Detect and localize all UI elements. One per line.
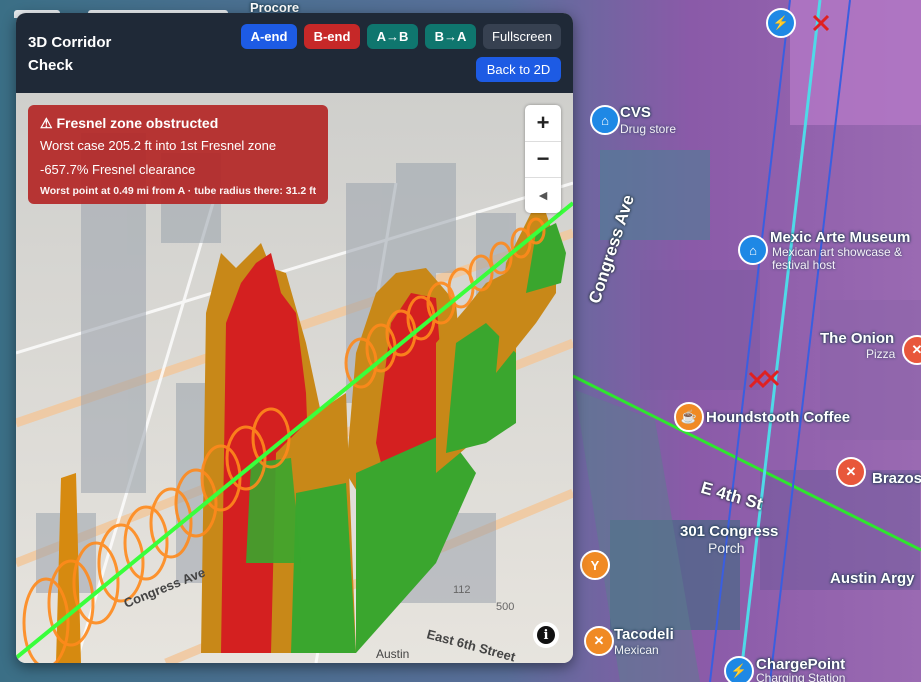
restaurant-icon[interactable]: ✕ — [836, 457, 866, 487]
b-end-button[interactable]: B-end — [304, 24, 360, 49]
poi-cvs-sub: Drug store — [620, 122, 677, 136]
alert-title: ⚠ Fresnel zone obstructed — [40, 115, 219, 131]
corridor-3d-panel: 3D Corridor Check A-end B-end A→B B→A Fu… — [16, 13, 573, 663]
a-end-button[interactable]: A-end — [241, 24, 297, 49]
poi-301-congress-sub: Porch — [708, 540, 745, 556]
alert-worst-case: Worst case 205.2 ft into 1st Fresnel zon… — [40, 138, 277, 153]
attribution-info-button[interactable]: i — [533, 622, 559, 648]
zoom-out-button[interactable]: − — [525, 141, 561, 177]
scene-street-austin: Austin — [376, 647, 409, 661]
a-to-b-button[interactable]: A→B — [367, 24, 418, 49]
museum-icon[interactable]: ⌂ — [738, 235, 768, 265]
poi-mexic-arte-sub: Mexican art showcase & festival host — [772, 245, 903, 272]
ev-charger-icon[interactable]: ⚡ — [766, 8, 796, 38]
alert-clearance: -657.7% Fresnel clearance — [40, 162, 196, 177]
poi-the-onion-sub: Pizza — [866, 347, 896, 361]
poi-301-congress-label[interactable]: 301 Congress — [680, 523, 778, 540]
poi-houndstooth-label[interactable]: Houndstooth Coffee — [706, 409, 850, 426]
scene-number-112: 112 — [453, 584, 471, 596]
cocktail-icon[interactable]: Y — [580, 550, 610, 580]
poi-mexic-arte-label[interactable]: Mexic Arte Museum — [770, 229, 910, 246]
restaurant-icon[interactable]: ✕ — [584, 626, 614, 656]
scene-number-500: 500 — [496, 601, 514, 613]
poi-tacodeli-sub: Mexican — [614, 643, 659, 657]
shopping-bag-icon[interactable]: ⌂ — [590, 105, 620, 135]
poi-brazos-label[interactable]: Brazos — [872, 470, 921, 487]
poi-cvs-label[interactable]: CVS — [620, 104, 651, 121]
poi-the-onion-label[interactable]: The Onion — [820, 330, 894, 347]
poi-austin-argy-label[interactable]: Austin Argy — [830, 570, 914, 587]
alert-worst-point: Worst point at 0.49 mi from A · tube rad… — [40, 185, 317, 197]
fresnel-alert: ⚠ Fresnel zone obstructed Worst case 205… — [28, 105, 328, 204]
info-icon: i — [537, 626, 555, 644]
compass-icon[interactable]: ◄ — [525, 177, 561, 213]
fullscreen-button[interactable]: Fullscreen — [483, 24, 561, 49]
panel-title: 3D Corridor Check — [28, 34, 112, 74]
zoom-in-button[interactable]: + — [525, 105, 561, 141]
back-to-2d-button[interactable]: Back to 2D — [476, 57, 561, 82]
poi-chargepoint-sub: Charging Station — [756, 671, 846, 682]
b-to-a-button[interactable]: B→A — [425, 24, 476, 49]
map-navigation-control: + − ◄ — [525, 105, 561, 213]
coffee-icon[interactable]: ☕ — [674, 402, 704, 432]
ev-charger-icon[interactable]: ⚡ — [724, 656, 754, 682]
poi-tacodeli-label[interactable]: Tacodeli — [614, 626, 674, 643]
panel-header: 3D Corridor Check A-end B-end A→B B→A Fu… — [16, 13, 573, 93]
